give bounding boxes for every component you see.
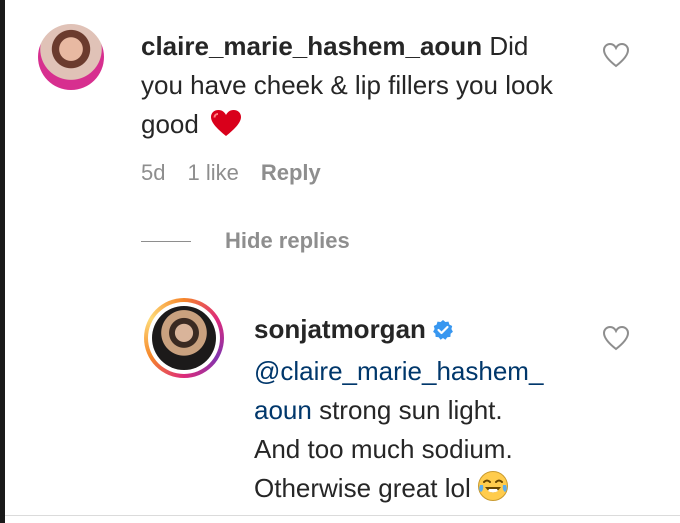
comment-body: claire_marie_hashem_aoun Did you have ch…	[141, 27, 571, 148]
red-heart-emoji-icon	[210, 109, 242, 148]
comment-likes[interactable]: 1 like	[187, 160, 238, 186]
mention-link[interactable]: @claire_marie_hashem_	[254, 356, 543, 386]
avatar	[152, 306, 216, 370]
divider	[5, 515, 680, 516]
comment-meta: 5d 1 like Reply	[141, 160, 321, 186]
comment-username[interactable]: claire_marie_hashem_aoun	[141, 31, 482, 61]
reply-text-3: Otherwise great lol	[254, 473, 471, 503]
window-edge	[0, 0, 5, 523]
like-heart-icon[interactable]	[602, 325, 630, 351]
comment-age: 5d	[141, 160, 166, 185]
hide-replies-button[interactable]: Hide replies	[141, 228, 350, 254]
reply-text-1: strong sun light.	[319, 395, 503, 425]
avatar[interactable]	[38, 24, 104, 90]
reply-body: sonjatmorgan @claire_marie_hashem_ aoun …	[254, 310, 584, 513]
like-heart-icon[interactable]	[602, 42, 630, 68]
hide-replies-label: Hide replies	[225, 228, 350, 253]
reply-username[interactable]: sonjatmorgan	[254, 314, 426, 344]
story-ring-avatar[interactable]	[144, 298, 224, 378]
divider	[141, 240, 191, 242]
avatar-border	[148, 302, 220, 374]
mention-link-continued[interactable]: aoun	[254, 395, 312, 425]
laughing-emoji-icon	[477, 470, 509, 513]
verified-badge-icon	[432, 313, 454, 352]
reply-button[interactable]: Reply	[261, 160, 321, 186]
reply-text-2: And too much sodium.	[254, 434, 513, 464]
